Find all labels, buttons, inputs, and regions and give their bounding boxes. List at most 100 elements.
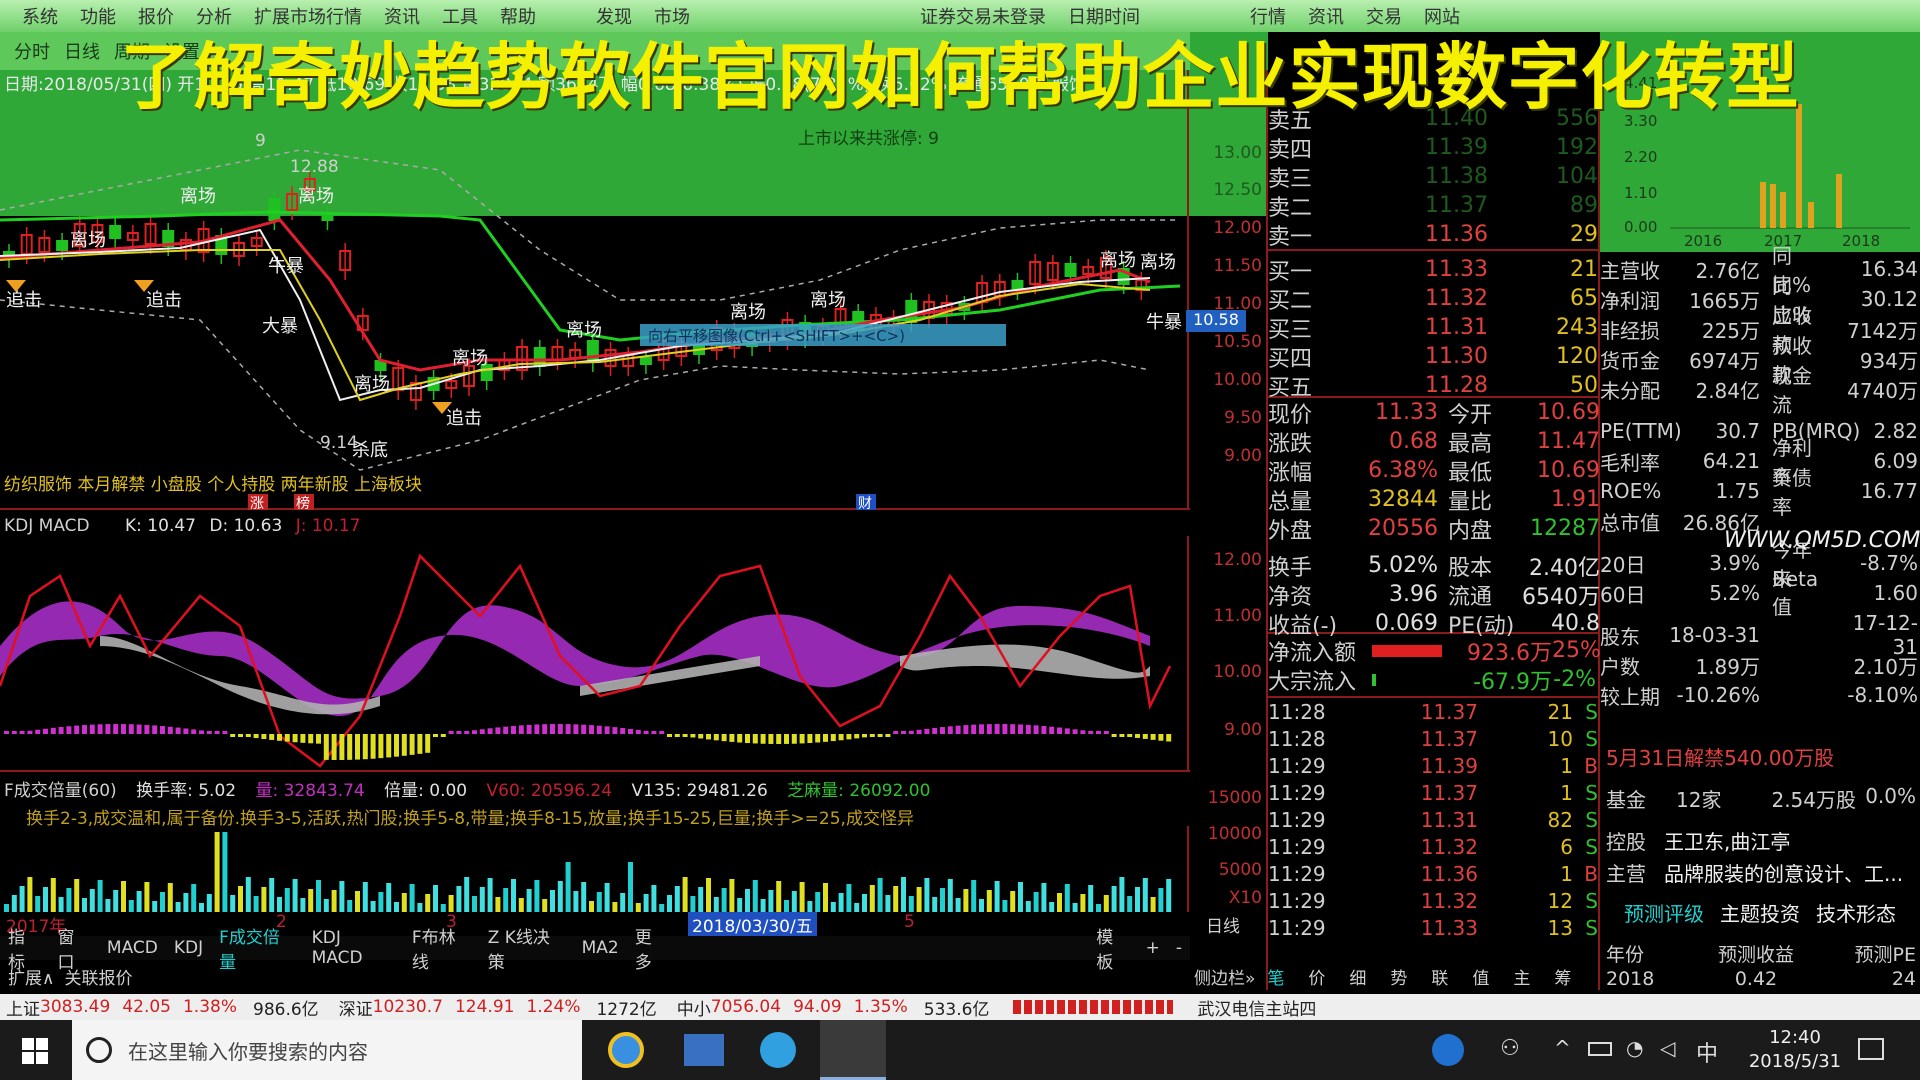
explorer-icon[interactable] [684,1034,724,1066]
taskbar-search[interactable]: 在这里输入你要搜索的内容 [72,1020,582,1080]
volume-bar [854,903,860,912]
macd-bar [199,730,204,734]
candle [268,191,281,230]
windows-start-icon[interactable] [22,1038,48,1064]
btn-website[interactable]: 网站 [1424,3,1460,29]
main-business: 主营 品牌服装的创意设计、工... [1606,862,1904,886]
macd-bar [565,724,571,734]
tab-price[interactable]: 价 [1308,964,1325,989]
menu-help[interactable]: 帮助 [500,3,536,29]
macd-bar [799,734,805,744]
kdj-name[interactable]: KDJ MACD [4,516,90,536]
volume-bar [472,896,477,912]
tab-intraday[interactable]: 分时 [14,38,50,64]
btn-news[interactable]: 资讯 [1308,3,1344,29]
tab-link[interactable]: 联 [1431,964,1448,989]
search-placeholder: 在这里输入你要搜索的内容 [128,1039,368,1064]
volume-bar [940,888,945,912]
tab-detail[interactable]: 细 [1349,964,1366,989]
ranking-tag: 榜 [296,495,310,510]
sidebar-toggle[interactable]: 侧边栏» [1194,964,1255,989]
menu-quote[interactable]: 报价 [138,3,174,29]
volume-bar [1166,879,1172,912]
people-icon[interactable]: ⚇ [1500,1036,1520,1061]
tab-ma2[interactable]: MA2 [582,938,619,958]
btn-quote[interactable]: 行情 [1250,3,1286,29]
tab-settings[interactable]: 设置 [164,38,200,64]
notification-icon[interactable] [1858,1038,1884,1060]
expand-button[interactable]: 扩展∧ [8,964,54,989]
volume-bar [503,888,509,912]
tab-macd[interactable]: MACD [107,938,158,958]
tab-tech-pattern[interactable]: 技术形态 [1816,898,1896,927]
volume-chart[interactable] [0,826,1190,912]
macd-bar [963,725,969,734]
tab-main[interactable]: 主 [1513,964,1530,989]
zoom-in-button[interactable]: + [1146,938,1160,958]
macd-bar [66,726,72,734]
tab-ticks[interactable]: 笔 [1267,964,1284,989]
tab-theme-invest[interactable]: 主题投资 [1720,898,1800,927]
trade-row: 11:29 11.37 1 S [1268,780,1598,805]
menu-discover[interactable]: 发现 [596,3,632,29]
btn-trade[interactable]: 交易 [1366,3,1402,29]
menu-function[interactable]: 功能 [80,3,116,29]
chase-label-2: 追击 [146,290,182,311]
tab-kdj[interactable]: KDJ [174,938,203,958]
tray-chevron-icon[interactable]: ^ [1554,1036,1571,1060]
macd-bar [885,734,891,737]
zoom-out-button[interactable]: - [1176,938,1182,958]
exit-label-3: 离场 [70,230,106,251]
volume-header: F成交倍量(60) 换手率: 5.02 量: 32843.74 倍量: 0.00… [4,781,931,801]
tab-forecast-rating[interactable]: 预测评级 [1624,898,1704,927]
volume-bar [82,898,87,912]
macd-bar [1041,725,1047,734]
menu-ext-market[interactable]: 扩展市场行情 [254,3,362,29]
battery-icon[interactable] [1588,1042,1612,1056]
volume-bar [433,885,438,912]
volume-bar [27,877,33,912]
volume-bar [50,878,56,912]
volume-bar [846,884,852,912]
tab-daily[interactable]: 日线 [64,38,100,64]
candle [569,342,582,368]
wifi-icon[interactable]: ◔ [1626,1036,1643,1060]
macd-bar [838,734,844,741]
volume-bar [706,878,711,912]
macd-bar [425,734,431,753]
volume-bar [994,881,1000,912]
menu-system[interactable]: 系统 [22,3,58,29]
volume-bar [698,887,704,912]
trade-login-status[interactable]: 证券交易未登录 [920,3,1046,29]
tab-period[interactable]: 周期 [114,38,150,64]
volume-name[interactable]: F成交倍量(60) [4,781,117,801]
menu-tools[interactable]: 工具 [442,3,478,29]
menu-market[interactable]: 市场 [654,3,690,29]
related-quote-button[interactable]: 关联报价 [64,964,132,989]
ie-icon[interactable] [608,1032,644,1068]
help-icon[interactable] [1432,1034,1464,1066]
macd-bar [1088,731,1094,734]
tab-trend[interactable]: 势 [1390,964,1407,989]
volume-icon[interactable]: ◁ [1660,1036,1675,1060]
volume-bar [768,890,774,912]
tab-chips[interactable]: 筹 [1554,964,1571,989]
tab-value[interactable]: 值 [1472,964,1489,989]
browser-icon[interactable] [760,1032,796,1068]
stock-app-icon[interactable] [820,1020,886,1080]
macd-bar [245,734,251,737]
volume-bar [643,894,649,912]
menu-analysis[interactable]: 分析 [196,3,232,29]
clock[interactable]: 12:40 2018/5/31 [1740,1026,1850,1074]
limit-up-tag: 涨 [250,496,264,510]
macd-bar [604,726,610,734]
exit-label-5: 离场 [354,374,390,395]
candlestick-chart[interactable]: 向右平移图像(Ctrl+<SHIFT>+<C>) 12.88 9 9.14 离场… [0,70,1190,510]
menu-news[interactable]: 资讯 [384,3,420,29]
macd-bar [417,734,423,754]
kdj-macd-chart[interactable] [0,536,1190,772]
ime-indicator[interactable]: 中 [1696,1036,1718,1068]
macd-bar [901,731,906,734]
macd-bar [776,734,782,744]
volume-bar [752,880,758,912]
